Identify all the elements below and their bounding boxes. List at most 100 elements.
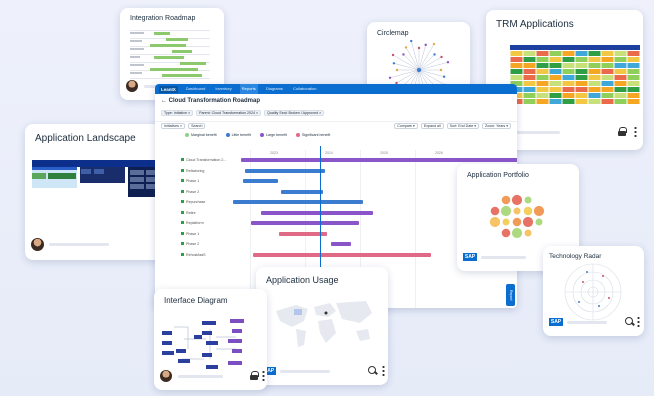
gantt-row-label[interactable]: Rehost/laaS (181, 252, 206, 257)
gantt-bar[interactable] (261, 210, 373, 215)
footer-line (178, 375, 223, 378)
trm-cell (523, 93, 536, 98)
report-toolbar: Initiatives × Search Compare ▾ Expand al… (155, 121, 517, 130)
application-usage-card[interactable]: Application Usage SAP (256, 267, 388, 385)
gantt-row-label[interactable]: Phase 2 (181, 189, 199, 194)
trm-cell (601, 75, 614, 80)
row-status-marker (181, 158, 184, 161)
back-arrow-icon[interactable]: ← (161, 98, 169, 104)
gantt-bar[interactable] (243, 179, 278, 183)
card-title: Application Usage (266, 275, 339, 285)
more-options-icon[interactable] (382, 365, 385, 376)
nav-inventory[interactable]: Inventory (213, 84, 233, 94)
app-logo[interactable]: LeanIX (159, 85, 178, 93)
trm-cell (575, 63, 588, 68)
circlemap-node (433, 53, 436, 56)
gantt-row-label[interactable]: Refactoring (181, 168, 204, 173)
nav-dashboard[interactable]: Dashboard (184, 84, 208, 94)
trm-cell (588, 63, 601, 68)
zoom-select[interactable]: Zoom: Years ▾ (482, 123, 511, 129)
nav-reports[interactable]: Reports (239, 84, 258, 94)
filter-parent-chip[interactable]: Parent: Cloud Transformation 2024 × (196, 109, 262, 116)
nav-collaboration[interactable]: Collaboration (291, 84, 319, 94)
sort-select[interactable]: Sort: End Date ▾ (446, 123, 480, 129)
row-status-marker (181, 189, 184, 193)
trm-cell (523, 63, 536, 68)
trm-cell (614, 75, 627, 80)
row-label-text: Phase 2 (186, 242, 200, 246)
gantt-bar[interactable] (253, 252, 431, 257)
expand-all-button[interactable]: Expand all (420, 123, 444, 129)
gantt-row-label[interactable]: Phase 1 (181, 179, 199, 183)
portfolio-bubble (501, 195, 511, 205)
technology-radar-card[interactable]: Technology Radar SAP (543, 246, 644, 336)
legend-item: Large benefit (259, 132, 287, 137)
portfolio-bubble (511, 227, 523, 239)
trm-cell (575, 75, 588, 80)
gantt-row-label[interactable]: Phase 1 (181, 231, 199, 236)
nav-diagrams[interactable]: Diagrams (264, 84, 285, 94)
gantt-bar[interactable] (233, 200, 363, 204)
trm-cell (575, 99, 588, 104)
row-label-text: Cloud Transformation 2... (186, 158, 227, 162)
card-footer: SAP (549, 316, 640, 330)
search-icon[interactable] (368, 366, 377, 375)
gantt-row-label[interactable]: Cloud Transformation 2... (181, 158, 226, 162)
trm-cell (523, 81, 536, 86)
top-navigation-bar: LeanIX Dashboard Inventory Reports Diagr… (155, 84, 517, 94)
trm-cell (523, 57, 536, 62)
gantt-row-label[interactable]: Replatform (181, 221, 204, 225)
more-options-icon[interactable] (637, 316, 640, 327)
search-icon[interactable] (625, 317, 634, 326)
row-label-text: Replatform (186, 221, 204, 225)
trm-cell (627, 87, 640, 92)
search-field[interactable]: Search (188, 123, 206, 129)
interface-diagram-thumbnail (162, 319, 244, 369)
card-title: TRM Applications (496, 19, 574, 30)
compare-button[interactable]: Compare ▾ (394, 123, 418, 129)
trm-cell (549, 81, 562, 86)
trm-cell (601, 81, 614, 86)
portfolio-bubble (523, 206, 533, 216)
gantt-bar[interactable] (281, 189, 323, 194)
gantt-row-label[interactable]: Retire (181, 210, 196, 215)
trm-cell (614, 63, 627, 68)
trm-cell (575, 87, 588, 92)
trm-cell (549, 51, 562, 56)
trm-cell (523, 75, 536, 80)
report-side-button[interactable]: Report (506, 284, 515, 306)
avatar (31, 238, 44, 251)
gantt-row-label[interactable]: Repurchase (181, 200, 205, 204)
portfolio-bubble (524, 196, 532, 204)
legend-item: Significant benefit (295, 132, 330, 137)
filter-type-chip[interactable]: Type: Initiative × (161, 109, 194, 116)
trm-cell (588, 87, 601, 92)
trm-cell (536, 93, 549, 98)
trm-cell (562, 81, 575, 86)
trm-cell (562, 99, 575, 104)
circlemap-node (395, 68, 399, 72)
circlemap-node (388, 76, 392, 79)
trm-cell (536, 57, 549, 62)
gantt-row-label[interactable]: Phase 2 (181, 242, 199, 246)
card-footer: SAP (262, 365, 385, 379)
trm-cell (588, 51, 601, 56)
trm-cell (601, 63, 614, 68)
view-select[interactable]: Initiatives × (161, 123, 186, 129)
legend-label: Little benefit (231, 132, 251, 137)
gantt-bar[interactable] (245, 168, 325, 173)
more-options-icon[interactable] (634, 126, 637, 137)
trm-cell (562, 87, 575, 92)
gantt-bar[interactable] (241, 158, 517, 162)
trm-applications-thumbnail (510, 45, 640, 104)
legend-item: Little benefit (225, 132, 251, 137)
avatar (160, 370, 172, 382)
more-options-icon[interactable] (262, 370, 265, 381)
circlemap-node (446, 61, 450, 64)
gantt-bar[interactable] (251, 221, 359, 225)
interface-diagram-card[interactable]: Interface Diagram (154, 289, 267, 390)
gantt-year-label: 2025 (380, 151, 388, 155)
gantt-bar[interactable] (331, 242, 351, 246)
filter-quality-chip[interactable]: Quality Seal: Broken / Approved × (264, 109, 325, 116)
trm-cell (549, 57, 562, 62)
